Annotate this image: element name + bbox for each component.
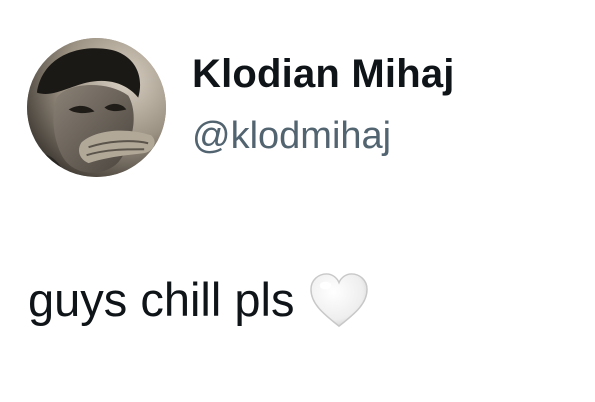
display-name[interactable]: Klodian Mihaj — [192, 52, 455, 97]
user-handle[interactable]: @klodmihaj — [192, 115, 391, 158]
tweet-body: guys chill pls — [28, 268, 370, 330]
tweet-text: guys chill pls — [28, 272, 295, 326]
avatar[interactable] — [27, 38, 166, 177]
white-heart-icon — [308, 272, 370, 330]
